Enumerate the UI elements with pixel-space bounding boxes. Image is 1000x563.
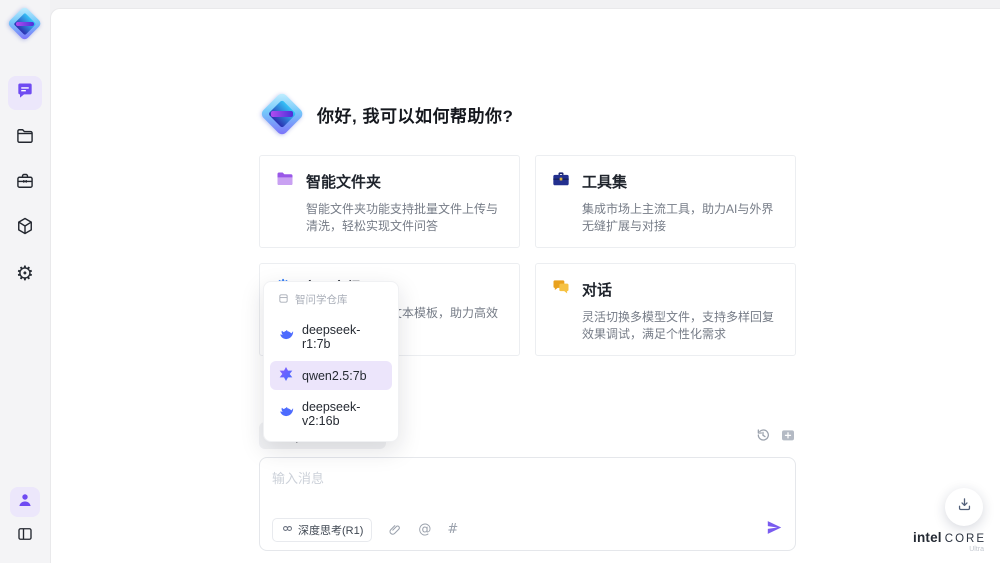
composer-toolbar: 深度思考(R1) @ # [272,517,783,542]
card-smart-folder[interactable]: 智能文件夹 智能文件夹功能支持批量文件上传与清洗，轻松实现文件问答 [259,155,520,248]
sidebar: ⚙ [0,0,50,563]
greeting: 你好, 我可以如何帮助你? [259,9,796,137]
deepseek-icon [278,405,294,424]
settings-gear-icon: ⚙ [16,261,34,285]
repository-icon [278,293,289,307]
sidebar-item-tools[interactable] [8,166,42,200]
history-icon[interactable] [755,427,771,443]
smart-folder-icon [275,169,295,194]
intel-brand-text: intel [913,530,942,545]
intel-core-badge: intel CORE Ultra [913,530,986,553]
model-option-label: deepseek-r1:7b [302,323,361,351]
new-chat-icon[interactable] [780,427,796,443]
panel-toggle-icon [16,525,34,548]
card-dialog[interactable]: 对话 灵活切换多模型文件，支持多样回复效果调试，满足个性化需求 [535,262,796,356]
card-toolset[interactable]: 工具集 集成市场上主流工具，助力AI与外界无缝扩展与对接 [535,155,796,248]
sidebar-item-chat[interactable] [8,76,42,110]
sidebar-item-folders[interactable] [8,121,42,155]
main-panel: 你好, 我可以如何帮助你? 智能文件夹 智能文件夹功能支持批量文件上传与清洗，轻… [50,8,1000,563]
toolbox-icon [15,171,35,196]
model-dropdown-header-label: 智问学仓库 [295,294,348,306]
model-dropdown: 智问学仓库 deepseek-r1:7b qwen2.5:7b deepseek… [263,281,399,442]
qwen-icon [278,366,294,385]
send-icon [766,519,783,541]
composer: 深度思考(R1) @ # [259,456,796,551]
sidebar-item-user[interactable] [10,487,40,517]
intel-product-text: CORE [944,533,986,545]
assistant-logo [259,91,305,137]
dialog-bubbles-icon [551,277,571,302]
toolset-briefcase-icon [551,169,571,194]
model-option-deepseek-v2[interactable]: deepseek-v2:16b [270,395,392,433]
model-option-label: qwen2.5:7b [302,368,367,383]
download-icon [956,496,973,518]
message-input[interactable] [272,467,783,518]
folder-icon [15,126,35,151]
model-option-label: deepseek-v2:16b [302,400,361,428]
send-button[interactable] [766,519,783,541]
model-option-deepseek-r1[interactable]: deepseek-r1:7b [270,318,392,356]
intel-tier-text: Ultra [969,546,984,553]
deep-think-icon [281,522,294,538]
card-title: 对话 [582,281,613,299]
card-title: 智能文件夹 [306,174,382,191]
model-option-qwen[interactable]: qwen2.5:7b [270,361,392,390]
user-icon [16,491,34,514]
model-dropdown-header: 智问学仓库 [270,290,392,313]
paperclip-icon[interactable] [388,523,402,537]
sidebar-item-settings[interactable]: ⚙ [8,256,42,290]
hash-icon[interactable]: # [447,522,458,537]
cube-icon [15,216,35,241]
card-title: 工具集 [582,174,628,191]
deep-think-button[interactable]: 深度思考(R1) [272,517,373,542]
mention-icon[interactable]: @ [418,522,431,537]
chat-icon [15,81,35,106]
app-logo [7,6,43,42]
card-description: 智能文件夹功能支持批量文件上传与清洗，轻松实现文件问答 [306,202,499,234]
card-description: 灵活切换多模型文件，支持多样回复效果调试，满足个性化需求 [582,309,775,342]
deepseek-icon [278,328,294,347]
sidebar-panel-toggle[interactable] [10,521,40,551]
greeting-text: 你好, 我可以如何帮助你? [317,106,514,126]
sidebar-item-apps[interactable] [8,211,42,245]
deep-think-label: 深度思考(R1) [298,524,364,537]
download-button[interactable] [945,488,983,526]
card-description: 集成市场上主流工具，助力AI与外界无缝扩展与对接 [582,202,774,234]
